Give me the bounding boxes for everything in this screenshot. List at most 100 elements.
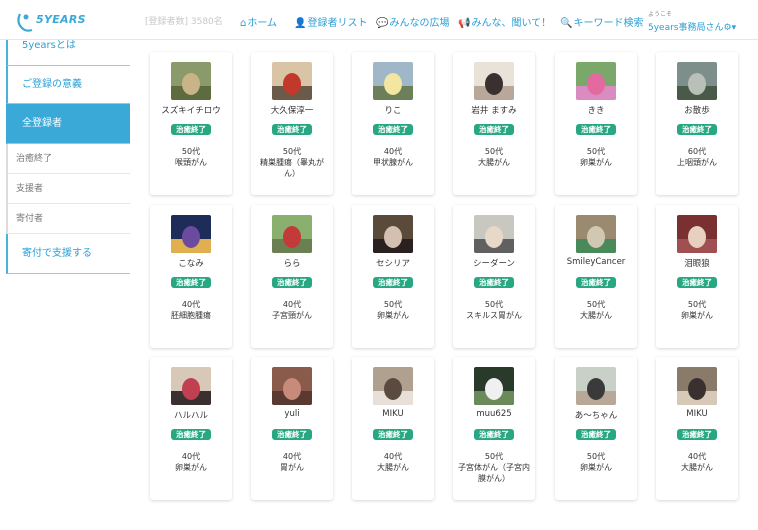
registrant-age: 50代: [687, 300, 707, 309]
nav-keyword-search[interactable]: 🔍キーワード検索: [560, 14, 643, 29]
registrant-card[interactable]: シーダーン 治癒終了 50代 スキルス胃がん: [453, 205, 535, 348]
avatar: [373, 62, 413, 100]
nav-home-label: ホーム: [247, 18, 278, 29]
registrant-cancer-type: 大腸がん: [681, 463, 713, 472]
avatar-image: [677, 367, 717, 405]
avatar: [171, 62, 211, 100]
avatar-image: [272, 367, 312, 405]
status-badge: 治癒終了: [171, 124, 211, 135]
registrant-age: 50代: [383, 300, 403, 309]
nav-listen[interactable]: 📢みんな、聞いて！: [458, 14, 551, 29]
registrant-name: 大久保淳一: [270, 106, 314, 116]
nav-registrant-list-label: 登録者リスト: [307, 18, 368, 29]
registrant-cancer-type: 子宮体がん（子宮内膜がん）: [458, 463, 530, 483]
registrant-card[interactable]: ハルハル 治癒終了 40代 卵巣がん: [150, 357, 232, 500]
sidebar-subitem-cured[interactable]: 治癒終了: [6, 144, 130, 174]
registrant-age: 50代: [181, 147, 201, 156]
sidebar-subitem-donors[interactable]: 寄付者: [6, 204, 130, 234]
nav-keyword-search-label: キーワード検索: [573, 18, 644, 29]
sidebar-item-about[interactable]: 5yearsとは: [6, 40, 130, 66]
registrant-card[interactable]: 泪眼狼 治癒終了 50代 卵巣がん: [656, 205, 738, 348]
registrant-name: シーダーン: [472, 259, 516, 269]
logo[interactable]: 5YEARS: [14, 8, 86, 34]
avatar-image: [373, 62, 413, 100]
registrant-age: 40代: [181, 300, 201, 309]
registrant-card[interactable]: 岩井 ますみ 治癒終了 50代 大腸がん: [453, 52, 535, 195]
avatar-image: [474, 62, 514, 100]
registrant-card[interactable]: こなみ 治癒終了 40代 胚細胞腫瘍: [150, 205, 232, 348]
status-badge: 治癒終了: [171, 277, 211, 288]
registrant-cancer-type: 精巣腫瘍（睾丸がん）: [260, 158, 324, 178]
registrant-name: お散歩: [684, 106, 710, 116]
user-menu[interactable]: 5years事務局さん⚙▾: [648, 20, 736, 33]
avatar: [576, 62, 616, 100]
welcome-text: ようこそ: [648, 11, 673, 18]
registrant-card[interactable]: りこ 治癒終了 40代 甲状腺がん: [352, 52, 434, 195]
avatar-image: [373, 367, 413, 405]
registrant-age: 50代: [282, 147, 302, 156]
registrant-age: 50代: [586, 452, 606, 461]
registrant-name: セシリア: [375, 259, 410, 269]
registrant-count: [登録者数] 3580名: [145, 17, 223, 27]
logo-text: 5YEARS: [36, 13, 86, 26]
avatar: [576, 367, 616, 405]
registrant-card[interactable]: 大久保淳一 治癒終了 50代 精巣腫瘍（睾丸がん）: [251, 52, 333, 195]
registrant-card[interactable]: お散歩 治癒終了 60代 上咽頭がん: [656, 52, 738, 195]
avatar: [677, 215, 717, 253]
registrant-cancer-type: 子宮頸がん: [272, 311, 312, 320]
registrant-card[interactable]: MIKU 治癒終了 40代 大腸がん: [352, 357, 434, 500]
sidebar-subitem-label: 寄付者: [16, 214, 44, 224]
nav-home[interactable]: ⌂ホーム: [240, 14, 277, 29]
registrant-card[interactable]: スズキイチロウ 治癒終了 50代喉頭がん: [150, 52, 232, 195]
registrant-name: 岩井 ますみ: [471, 106, 517, 116]
registrant-card[interactable]: MIKU 治癒終了 40代 大腸がん: [656, 357, 738, 500]
registrant-name: yuli: [284, 409, 300, 419]
registrant-cancer-type: 卵巣がん: [580, 463, 612, 472]
registrant-cancer-type: 卵巣がん: [175, 463, 207, 472]
avatar-image: [171, 367, 211, 405]
avatar-image: [677, 215, 717, 253]
registrant-card[interactable]: SmileyCancer 治癒終了 50代 大腸がん: [555, 205, 637, 348]
registrant-cancer-type: 甲状腺がん: [373, 158, 413, 167]
chat-icon: 💬: [376, 18, 389, 29]
registrant-card[interactable]: muu625 治癒終了 50代子宮体がん（子宮内膜がん）: [453, 357, 535, 500]
registrant-age: 60代: [687, 147, 707, 156]
registrant-cancer-type: 大腸がん: [580, 311, 612, 320]
registrant-cancer-type: 卵巣がん: [681, 311, 713, 320]
sidebar-item-significance[interactable]: ご登録の意義: [6, 66, 130, 104]
registrant-name: スズキイチロウ: [161, 106, 221, 116]
registrant-cancer-type: 喉頭がん: [175, 158, 207, 167]
status-badge: 治癒終了: [474, 124, 514, 135]
status-badge: 治癒終了: [474, 277, 514, 288]
avatar: [373, 367, 413, 405]
nav-registrant-list[interactable]: 👤登録者リスト: [294, 14, 367, 29]
registrant-card[interactable]: yuli 治癒終了 40代 胃がん: [251, 357, 333, 500]
nav-listen-label: みんな、聞いて！: [471, 18, 552, 29]
registrant-cancer-type: 卵巣がん: [580, 158, 612, 167]
registrant-name: MIKU: [382, 409, 404, 419]
avatar-image: [677, 62, 717, 100]
registrant-name: 泪眼狼: [684, 259, 710, 269]
nav-forum[interactable]: 💬みんなの広場: [376, 14, 449, 29]
status-badge: 治癒終了: [576, 277, 616, 288]
registrant-name: こなみ: [178, 259, 204, 269]
megaphone-icon: 📢: [458, 18, 471, 29]
registrant-card[interactable]: きき 治癒終了 50代 卵巣がん: [555, 52, 637, 195]
avatar: [474, 62, 514, 100]
registrant-card[interactable]: あ～ちゃん 治癒終了 50代 卵巣がん: [555, 357, 637, 500]
sidebar-item-label: ご登録の意義: [22, 79, 82, 90]
status-badge: 治癒終了: [474, 429, 514, 440]
avatar: [677, 367, 717, 405]
registrant-age: 50代: [484, 452, 504, 461]
sidebar-item-all-registrants[interactable]: 全登録者: [6, 104, 130, 144]
sidebar-item-donate[interactable]: 寄付で支援する: [6, 234, 130, 274]
registrant-card[interactable]: らら 治癒終了 40代 子宮頸がん: [251, 205, 333, 348]
registrant-name: りこ: [384, 106, 402, 116]
status-badge: 治癒終了: [373, 124, 413, 135]
registrant-name: muu625: [476, 409, 512, 419]
sidebar-subitem-supporters[interactable]: 支援者: [6, 174, 130, 204]
sidebar-item-label: 寄付で支援する: [22, 248, 92, 259]
registrant-card[interactable]: セシリア 治癒終了 50代 卵巣がん: [352, 205, 434, 348]
avatar: [474, 367, 514, 405]
gear-icon: ⚙: [723, 23, 732, 33]
